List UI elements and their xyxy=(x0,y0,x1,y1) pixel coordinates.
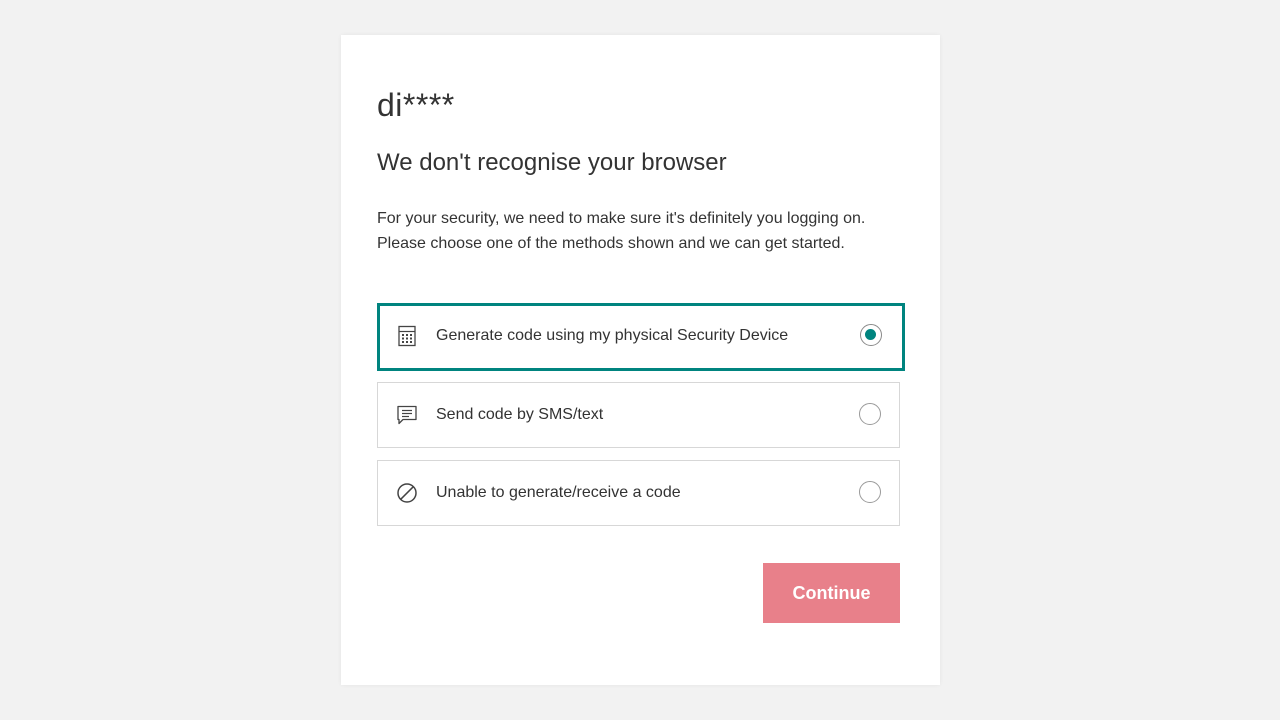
option-label: Send code by SMS/text xyxy=(436,406,604,423)
continue-button[interactable]: Continue xyxy=(763,563,900,623)
page-heading: We don't recognise your browser xyxy=(377,149,727,176)
radio-selected-dot xyxy=(865,329,876,340)
message-icon xyxy=(397,405,417,425)
radio-button[interactable] xyxy=(860,324,882,346)
radio-button[interactable] xyxy=(859,403,881,425)
option-unable[interactable]: Unable to generate/receive a code xyxy=(377,460,900,526)
verification-card: di**** We don't recognise your browser F… xyxy=(341,35,940,685)
radio-button[interactable] xyxy=(859,481,881,503)
calculator-icon xyxy=(398,325,416,347)
intro-text: For your security, we need to make sure … xyxy=(377,210,866,252)
method-options: Generate code using my physical Security… xyxy=(377,303,905,538)
option-label: Unable to generate/receive a code xyxy=(436,484,681,501)
option-label: Generate code using my physical Security… xyxy=(436,327,789,344)
prohibited-icon xyxy=(397,483,417,503)
masked-username: di**** xyxy=(377,87,455,123)
option-sms[interactable]: Send code by SMS/text xyxy=(377,382,900,448)
option-security-device[interactable]: Generate code using my physical Security… xyxy=(377,303,905,371)
